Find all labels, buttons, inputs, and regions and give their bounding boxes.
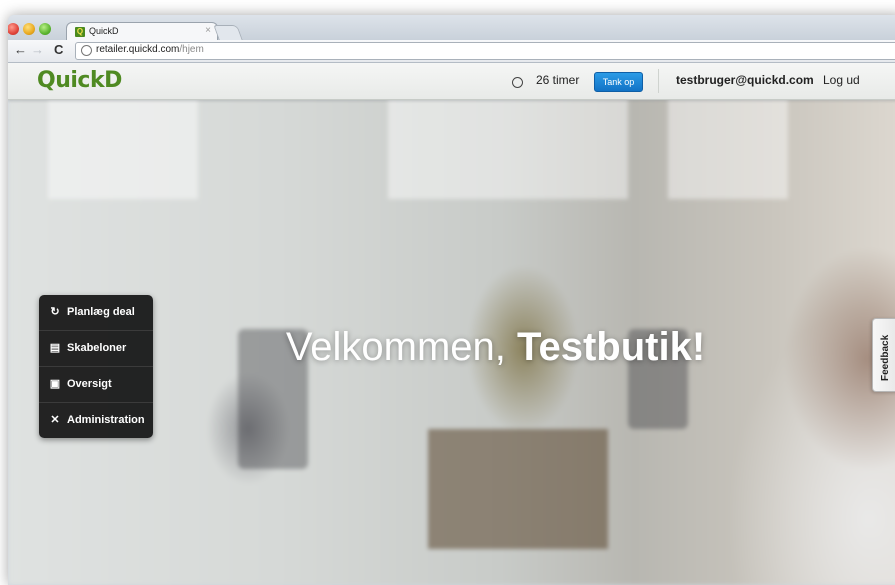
menu-item-label: Oversigt (67, 378, 112, 390)
clock-icon (512, 77, 523, 88)
quickd-favicon-icon: Q (75, 27, 85, 37)
tab-title: QuickD (89, 26, 119, 36)
background-window (668, 99, 788, 199)
user-email[interactable]: testbruger@quickd.com (676, 73, 814, 87)
top-up-button[interactable]: Tank op (594, 72, 643, 92)
app-header: QuickD 26 timer Tank op testbruger@quick… (8, 63, 895, 100)
tab-strip: Q QuickD × (8, 15, 895, 42)
forward-arrow-icon[interactable]: → (31, 42, 44, 57)
quickd-logo[interactable]: QuickD (37, 69, 122, 93)
globe-icon (81, 45, 92, 56)
feedback-tab[interactable]: Feedback (872, 318, 895, 392)
close-window-button[interactable] (8, 23, 19, 35)
header-divider (658, 69, 659, 93)
reload-icon[interactable]: C (54, 42, 63, 57)
back-arrow-icon[interactable]: ← (14, 42, 27, 57)
browser-window: Q QuickD × ← → C retailer.quickd.com/hje… (8, 15, 895, 585)
page-content: QuickD 26 timer Tank op testbruger@quick… (8, 63, 895, 585)
feedback-label: Feedback (880, 334, 891, 381)
url-path: /hjem (179, 44, 204, 55)
menu-item-overview[interactable]: ▣ Oversigt (39, 367, 153, 403)
zoom-window-button[interactable] (39, 23, 51, 35)
menu-item-administration[interactable]: ✕ Administration (39, 403, 153, 438)
browser-tab[interactable]: Q QuickD × (66, 22, 218, 42)
welcome-heading: Velkommen, Testbutik! (8, 325, 895, 370)
background-window (48, 99, 198, 199)
address-bar[interactable]: retailer.quickd.com/hjem (75, 42, 895, 60)
tools-icon: ✕ (50, 414, 60, 426)
browser-toolbar: ← → C retailer.quickd.com/hjem (8, 40, 895, 63)
refresh-icon: ↻ (50, 306, 60, 318)
url-text: retailer.quickd.com/hjem (96, 44, 204, 55)
background-table (428, 429, 608, 549)
new-tab-button[interactable] (213, 25, 243, 40)
welcome-prefix: Velkommen, (285, 325, 518, 369)
overview-icon: ▣ (49, 378, 61, 390)
store-name: Testbutik! (517, 325, 706, 369)
menu-item-label: Administration (67, 414, 145, 426)
hours-remaining: 26 timer (536, 73, 580, 87)
logout-link[interactable]: Log ud (823, 73, 860, 87)
minimize-window-button[interactable] (23, 23, 35, 35)
url-host: retailer.quickd.com (96, 44, 180, 55)
background-window (388, 99, 628, 199)
menu-item-label: Planlæg deal (67, 306, 135, 318)
tab-close-icon[interactable]: × (205, 25, 211, 36)
